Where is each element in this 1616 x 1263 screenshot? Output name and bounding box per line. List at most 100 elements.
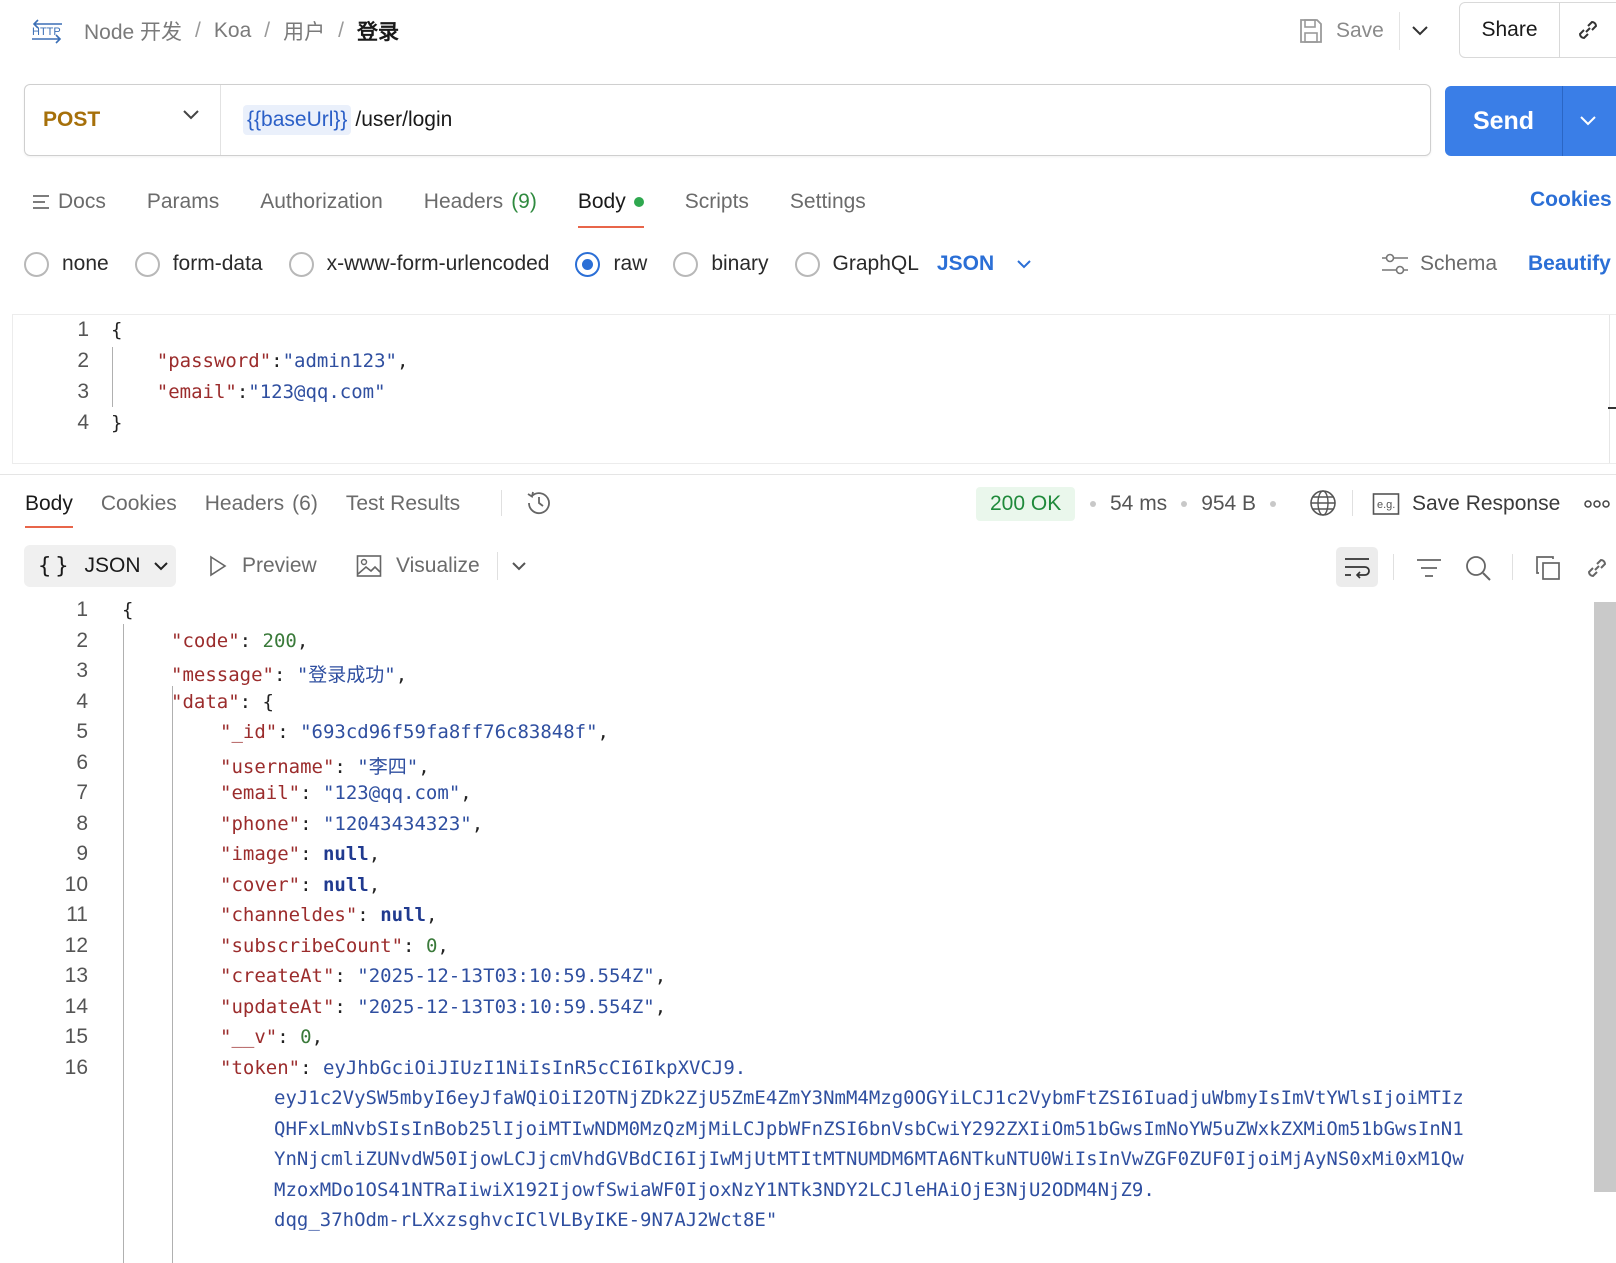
history-icon[interactable] <box>522 486 556 520</box>
tab-response-cookies[interactable]: Cookies <box>101 492 177 516</box>
json-punct: , <box>437 934 449 957</box>
response-body-viewer[interactable]: 1 {2 "code": 200, 3 "message": "登录成功", 4 "data… <box>0 598 1616 1263</box>
tab-headers[interactable]: Headers (9) <box>424 190 537 214</box>
json-punct: , <box>395 664 408 686</box>
breadcrumb-item-request[interactable]: 登录 <box>357 16 399 46</box>
json-string: "李四" <box>357 755 419 778</box>
radio-button-selected[interactable] <box>575 251 601 277</box>
json-punct: : <box>334 995 346 1018</box>
visualize-button[interactable]: Visualize <box>356 545 480 587</box>
raw-format-select[interactable]: JSON <box>937 252 1032 276</box>
json-punct: : <box>300 782 312 804</box>
tab-authorization[interactable]: Authorization <box>260 190 383 214</box>
line-number: 2 <box>76 628 88 652</box>
panel-divider[interactable] <box>0 474 1616 475</box>
url-input[interactable]: {{baseUrl}} /user/login <box>243 85 452 155</box>
more-options-icon[interactable] <box>1584 496 1610 512</box>
chevron-down-icon <box>1016 259 1032 269</box>
code-line: "email":"123@qq.com" <box>111 381 386 403</box>
json-string: "12043434323" <box>322 812 472 835</box>
wrap-icon <box>1343 555 1371 579</box>
response-format-select[interactable]: {} JSON <box>24 545 176 587</box>
share-button[interactable]: Share <box>1460 3 1560 57</box>
body-type-graphql[interactable]: GraphQL <box>794 251 919 277</box>
tab-params[interactable]: Params <box>147 190 219 214</box>
code-line: "username": "李四", <box>220 752 430 779</box>
response-time[interactable]: 54 ms <box>1110 492 1167 516</box>
response-size[interactable]: 954 B <box>1201 492 1256 516</box>
radio-button[interactable] <box>24 251 49 277</box>
tab-label: Test Results <box>345 492 461 515</box>
request-body-editor[interactable]: 1 2 3 4 { "password":"admin123", "email"… <box>12 314 1616 464</box>
search-icon[interactable] <box>1463 553 1493 583</box>
radio-button[interactable] <box>134 251 160 277</box>
scrollbar[interactable] <box>1594 602 1616 1192</box>
json-key: "username" <box>220 755 335 778</box>
send-button[interactable]: Send <box>1445 86 1563 156</box>
code-line: "password":"admin123", <box>111 350 409 372</box>
filter-icon[interactable] <box>1414 553 1444 583</box>
breadcrumb-item-subfolder[interactable]: 用户 <box>283 16 325 46</box>
code-text: "email":"123@qq.com" <box>111 381 386 403</box>
preview-button[interactable]: Preview <box>208 545 317 587</box>
json-key: "phone" <box>220 812 301 835</box>
url-variable[interactable]: {{baseUrl}} <box>243 105 352 135</box>
json-string: "123@qq.com" <box>248 381 386 403</box>
docs-icon <box>32 194 50 210</box>
json-punct: : <box>271 350 283 372</box>
radio-button[interactable] <box>673 251 699 277</box>
copy-icon[interactable] <box>1533 553 1563 583</box>
radio-button[interactable] <box>288 251 314 277</box>
body-type-raw[interactable]: raw <box>575 251 647 277</box>
breadcrumb: Node 开发 / Koa / 用户 / 登录 <box>84 14 399 48</box>
json-string: "693cd96f59fa8ff76c83848f" <box>300 721 598 743</box>
body-type-urlencoded[interactable]: x-www-form-urlencoded <box>288 251 549 277</box>
body-type-form-data[interactable]: form-data <box>134 251 263 277</box>
breadcrumb-separator: / <box>195 19 201 42</box>
cookies-link[interactable]: Cookies <box>1530 188 1612 212</box>
divider <box>1393 554 1394 580</box>
json-punct: : <box>277 721 289 743</box>
visualize-options-button[interactable] <box>506 552 532 580</box>
send-options-button[interactable] <box>1563 86 1613 156</box>
tab-label: Cookies <box>100 492 177 515</box>
save-icon <box>1298 17 1324 45</box>
json-key: "subscribeCount" <box>220 934 404 957</box>
save-response-button[interactable]: e.g. Save Response <box>1372 487 1560 521</box>
body-type-none[interactable]: none <box>24 251 109 277</box>
schema-button[interactable]: Schema <box>1380 246 1497 282</box>
line-number: 4 <box>77 411 89 434</box>
tab-settings[interactable]: Settings <box>790 190 866 214</box>
method-select[interactable]: POST <box>25 85 221 155</box>
breadcrumb-item-folder[interactable]: Koa <box>214 19 251 43</box>
json-number: 0 <box>300 1026 312 1048</box>
link-icon[interactable] <box>1582 553 1612 583</box>
radio-label: form-data <box>172 252 263 275</box>
json-key: "image" <box>220 843 301 865</box>
breadcrumb-item-collection[interactable]: Node 开发 <box>84 16 182 46</box>
radio-button[interactable] <box>794 251 820 277</box>
tab-scripts[interactable]: Scripts <box>685 190 749 214</box>
chevron-down-icon <box>153 561 169 571</box>
save-options-button[interactable] <box>1399 12 1439 50</box>
json-punct: , <box>425 904 438 926</box>
tab-docs[interactable]: Docs <box>32 190 106 214</box>
globe-icon[interactable] <box>1308 488 1338 518</box>
code-line: "image": null, <box>220 843 380 865</box>
copy-link-button[interactable] <box>1560 3 1616 57</box>
tab-body[interactable]: Body <box>577 190 644 228</box>
wrap-lines-button[interactable] <box>1336 547 1378 587</box>
save-button[interactable]: Save <box>1298 12 1384 50</box>
tab-response-body[interactable]: Body <box>25 492 73 528</box>
tab-response-headers[interactable]: Headers (6) <box>205 492 318 516</box>
code-line-continuation: YnNjcmliZUNvdW50IjowLCJjcmVhdGVBdCI6IjIw… <box>274 1148 1464 1170</box>
radio-label: binary <box>711 252 769 275</box>
beautify-button[interactable]: Beautify <box>1528 246 1611 282</box>
body-type-binary[interactable]: binary <box>673 251 769 277</box>
code-line-continuation: MzoxMDo1OS41NTRaIiwiX192IjowfSwiaWF0Ijox… <box>274 1178 1155 1201</box>
line-number: 2 <box>77 349 89 372</box>
breadcrumb-separator: / <box>264 19 271 42</box>
status-badge[interactable]: 200 OK <box>976 487 1076 521</box>
tab-test-results[interactable]: Test Results <box>346 492 460 516</box>
line-number: 12 <box>64 933 88 957</box>
